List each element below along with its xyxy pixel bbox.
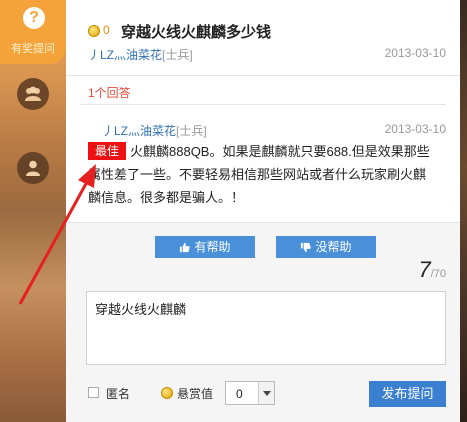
- question-header: 0 穿越火线火麒麟多少钱 丿LZ灬油菜花[士兵] 2013-03-10: [66, 0, 460, 76]
- question-reward: 0: [103, 23, 110, 37]
- answer-count: 1个回答: [88, 86, 131, 100]
- question-input[interactable]: 穿越火线火麒麟: [86, 291, 446, 365]
- question-author-rank: [士兵]: [162, 48, 193, 62]
- reward-select[interactable]: 0: [225, 381, 275, 405]
- coin-icon: [88, 25, 100, 37]
- answer-author-name[interactable]: 丿LZ灬油菜花: [102, 124, 176, 138]
- background-right: [460, 0, 467, 422]
- char-counter-max: /70: [430, 268, 446, 280]
- char-counter-current: 7: [418, 257, 431, 282]
- chevron-down-icon[interactable]: [258, 382, 274, 404]
- anonymous-checkbox[interactable]: [88, 387, 99, 398]
- question-author-name[interactable]: 丿LZ灬油菜花: [88, 48, 162, 62]
- help-tab-label: 有奖提问: [11, 43, 55, 55]
- question-mark-icon: ?: [23, 7, 45, 29]
- question-panel: 0 穿越火线火麒麟多少钱 丿LZ灬油菜花[士兵] 2013-03-10 1个回答…: [66, 0, 460, 422]
- anonymous-label: 匿名: [106, 387, 131, 401]
- thumbs-down-icon: [301, 242, 312, 253]
- helpful-label: 有帮助: [194, 240, 231, 254]
- divider: [80, 104, 446, 105]
- reward-select-value: 0: [236, 387, 243, 401]
- answer-date: 2013-03-10: [384, 122, 446, 136]
- answer-author[interactable]: 丿LZ灬油菜花[士兵]: [102, 122, 207, 139]
- user-icon[interactable]: [17, 152, 49, 184]
- question-date: 2013-03-10: [384, 46, 446, 60]
- coin-icon: [161, 387, 173, 399]
- reward-label: 悬赏值: [177, 387, 214, 401]
- not-helpful-label: 没帮助: [315, 240, 352, 254]
- answer-text: 火麒麟888QB。如果是麒麟就只要688.但是效果那些属性差了一些。不要轻易相信…: [88, 144, 430, 205]
- answer-author-rank: [士兵]: [176, 124, 207, 138]
- submit-question-button[interactable]: 发布提问: [369, 381, 446, 407]
- thumbs-up-icon: [180, 242, 191, 253]
- not-helpful-button[interactable]: 没帮助: [276, 236, 376, 258]
- group-icon[interactable]: [17, 78, 49, 110]
- question-author[interactable]: 丿LZ灬油菜花[士兵]: [88, 46, 193, 63]
- char-counter: 7/70: [418, 257, 446, 283]
- question-title: 穿越火线火麒麟多少钱: [121, 24, 272, 41]
- help-tab[interactable]: ? 有奖提问: [0, 0, 66, 64]
- helpful-button[interactable]: 有帮助: [155, 236, 255, 258]
